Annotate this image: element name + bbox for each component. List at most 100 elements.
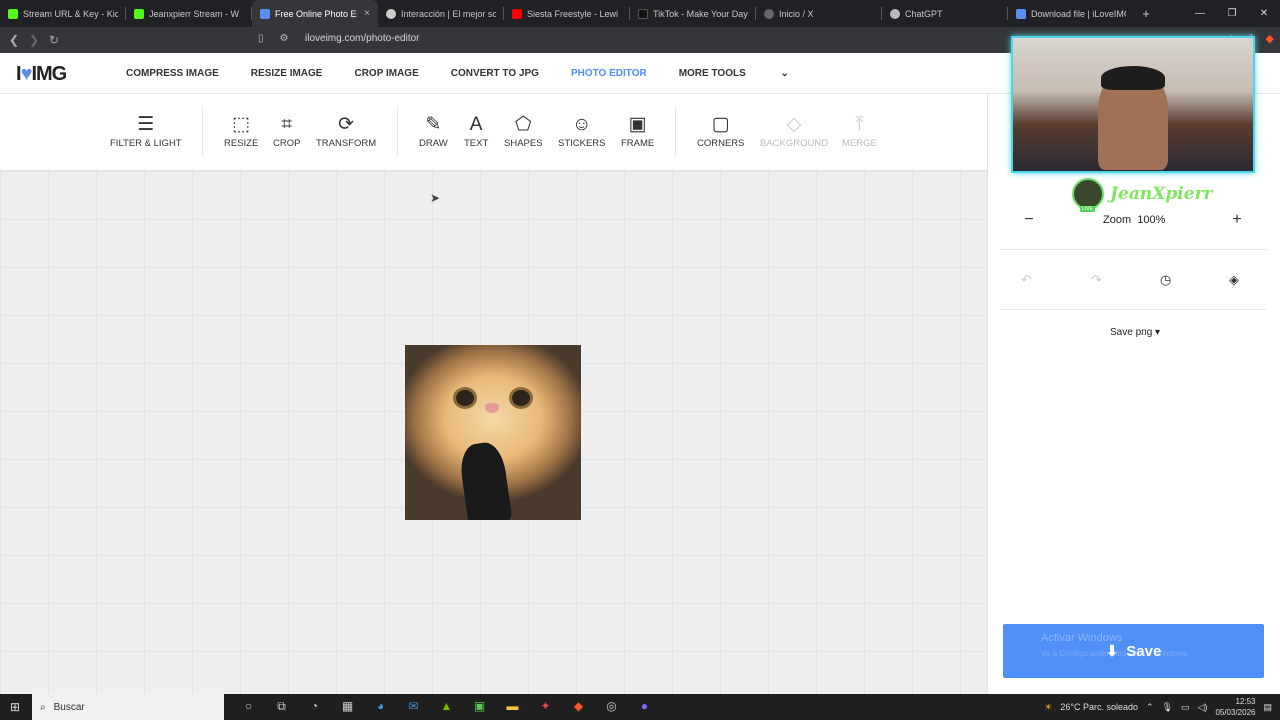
- zoom-value: 100%: [1137, 214, 1166, 226]
- chevron-down-icon: ⌄: [780, 68, 789, 79]
- folder-icon[interactable]: ▬: [496, 699, 529, 714]
- tool-text[interactable]: A TEXT: [464, 114, 488, 149]
- tool-resize[interactable]: ⬚ RESIZE: [224, 114, 258, 149]
- back-icon[interactable]: ❮: [4, 33, 24, 47]
- zoom-controls: − Zoom 100% +: [1001, 203, 1267, 250]
- streamer-name: JeanXpierr: [1110, 184, 1213, 204]
- microphone: [457, 440, 513, 520]
- app-icon[interactable]: ▣: [463, 699, 496, 714]
- weather-icon: ☀: [1044, 701, 1053, 712]
- caret-down-icon: ▾: [1155, 327, 1161, 338]
- heart-icon: ♥: [20, 63, 33, 85]
- zoom-out-button[interactable]: −: [1019, 211, 1039, 229]
- browser-tab-active[interactable]: Free Online Photo Ed ×: [252, 0, 378, 27]
- browser-tab-strip: Stream URL & Key - Kick D Jeanxpierr Str…: [0, 0, 1280, 27]
- cat-eye: [509, 387, 533, 409]
- nav-resize-image[interactable]: RESIZE IMAGE: [251, 68, 323, 79]
- tool-frame[interactable]: ▣ FRAME: [621, 114, 654, 149]
- network-icon[interactable]: ▭: [1181, 702, 1190, 713]
- paint-bucket-icon: ◇: [786, 114, 802, 135]
- toolbar-divider: [397, 106, 398, 156]
- mic-icon[interactable]: 🎙: [1162, 702, 1173, 713]
- tool-transform[interactable]: ⟳ TRANSFORM: [316, 114, 376, 149]
- tool-merge[interactable]: ⤒ MERGE: [842, 114, 877, 149]
- tiktok-icon: [638, 8, 648, 19]
- obs-icon[interactable]: ◎: [595, 699, 628, 714]
- brave-icon[interactable]: ◆: [562, 699, 595, 714]
- history-icon[interactable]: ◷: [1160, 272, 1171, 288]
- new-tab-button[interactable]: +: [1134, 6, 1158, 21]
- window-controls: — ❐ ✕: [1184, 0, 1280, 27]
- tool-shapes[interactable]: ⬠ SHAPES: [504, 114, 543, 149]
- browser-tab[interactable]: Download file | iLoveIMG: [1008, 0, 1134, 27]
- reload-icon[interactable]: ↻: [44, 33, 64, 47]
- close-window-icon[interactable]: ✕: [1248, 0, 1280, 27]
- system-tray: ☀ 26°C Parc. soleado ⌃ 🎙 ▭ ◁) 12:53 05/0…: [1044, 694, 1272, 720]
- editor-toolbar: ☰ FILTER & LIGHT ⬚ RESIZE ⌗ CROP ⟳ TRANSFORM…: [0, 94, 987, 171]
- windows-taskbar: ⊞ ⌕ Buscar ○ ⧉ ◔ ▦ ◕ ✉ ▲ ▣ ▬ ✦ ◆ ◎ ● ☀ 2…: [0, 694, 1280, 720]
- app-icon[interactable]: ✦: [529, 699, 562, 714]
- chatgpt-icon: [890, 8, 900, 19]
- browser-tab[interactable]: ChatGPT: [882, 0, 1008, 27]
- editor-canvas[interactable]: ➤: [0, 171, 987, 694]
- iloveimg-logo[interactable]: I♥IMG: [16, 63, 67, 86]
- close-tab-icon[interactable]: ×: [364, 8, 370, 19]
- weather-text[interactable]: 26°C Parc. soleado: [1060, 702, 1138, 712]
- cat-photo[interactable]: [405, 345, 581, 520]
- nav-crop-image[interactable]: CROP IMAGE: [354, 68, 418, 79]
- nav-compress-image[interactable]: COMPRESS IMAGE: [126, 68, 219, 79]
- browser-tab[interactable]: Siesta Freestyle - Lewi: [504, 0, 630, 27]
- nav-photo-editor[interactable]: PHOTO EDITOR: [571, 68, 647, 79]
- app-icon[interactable]: ◔: [298, 699, 331, 714]
- nav-convert-to-jpg[interactable]: CONVERT TO JPG: [451, 68, 539, 79]
- url-input[interactable]: iloveimg.com/photo-editor: [305, 33, 420, 44]
- browser-tab[interactable]: Interacción | El mejor soft: [378, 0, 504, 27]
- iloveimg-icon: [1016, 8, 1026, 19]
- minimize-icon[interactable]: —: [1184, 0, 1216, 27]
- cat-nose: [485, 403, 499, 413]
- toolbar-divider: [675, 106, 676, 156]
- browser-tab[interactable]: TikTok - Make Your Day: [630, 0, 756, 27]
- task-view-icon[interactable]: ⧉: [265, 699, 298, 714]
- notifications-icon[interactable]: ▤: [1263, 702, 1272, 713]
- bookmark-icon[interactable]: ▯: [258, 33, 264, 44]
- zoom-in-button[interactable]: +: [1227, 211, 1247, 229]
- site-info-icon[interactable]: ⚙: [280, 33, 289, 44]
- history-controls: ↶ ↷ ◷ ◈: [1001, 265, 1267, 310]
- tool-filter-light[interactable]: ☰ FILTER & LIGHT: [110, 114, 182, 149]
- undo-icon[interactable]: ↶: [1021, 272, 1032, 288]
- brave-shield-icon[interactable]: ◆: [1266, 32, 1274, 48]
- tool-crop[interactable]: ⌗ CROP: [273, 114, 300, 149]
- layers-icon[interactable]: ◈: [1229, 272, 1239, 288]
- chevron-up-icon[interactable]: ⌃: [1146, 702, 1154, 713]
- edge-icon[interactable]: ◕: [364, 699, 397, 714]
- rotate-icon: ⟳: [338, 114, 355, 135]
- mouse-cursor-icon: ➤: [430, 191, 441, 205]
- discord-icon[interactable]: ●: [628, 699, 661, 714]
- zoom-label: Zoom 100%: [1103, 214, 1166, 226]
- top-nav: COMPRESS IMAGE RESIZE IMAGE CROP IMAGE C…: [126, 68, 853, 79]
- cortana-icon[interactable]: ○: [232, 699, 265, 714]
- tool-corners[interactable]: ▢ CORNERS: [697, 114, 745, 149]
- save-format-dropdown[interactable]: Save png ▾: [1110, 327, 1160, 338]
- tool-background[interactable]: ◇ BACKGROUND: [760, 114, 828, 149]
- redo-icon[interactable]: ↷: [1091, 272, 1102, 288]
- nav-more-tools[interactable]: MORE TOOLS ⌄: [679, 68, 821, 79]
- windows-start-icon[interactable]: ⊞: [10, 700, 20, 714]
- maximize-icon[interactable]: ❐: [1216, 0, 1248, 27]
- rounded-square-icon: ▢: [711, 114, 730, 135]
- store-icon[interactable]: ▦: [331, 699, 364, 714]
- tool-draw[interactable]: ✎ DRAW: [419, 114, 448, 149]
- taskbar-search[interactable]: ⌕ Buscar: [32, 694, 224, 720]
- mail-icon[interactable]: ✉: [397, 699, 430, 714]
- browser-tab[interactable]: Inicio / X: [756, 0, 882, 27]
- iloveimg-icon: [260, 8, 270, 19]
- sliders-icon: ☰: [137, 114, 155, 135]
- browser-tab[interactable]: Stream URL & Key - Kick D: [0, 0, 126, 27]
- clock[interactable]: 12:53 05/03/2026: [1215, 696, 1255, 718]
- tool-stickers[interactable]: ☺ STICKERS: [558, 114, 606, 149]
- forward-icon[interactable]: ❯: [24, 33, 44, 47]
- volume-icon[interactable]: ◁): [1198, 702, 1208, 713]
- browser-tab[interactable]: Jeanxpierr Stream - W: [126, 0, 252, 27]
- nvidia-icon[interactable]: ▲: [430, 699, 463, 714]
